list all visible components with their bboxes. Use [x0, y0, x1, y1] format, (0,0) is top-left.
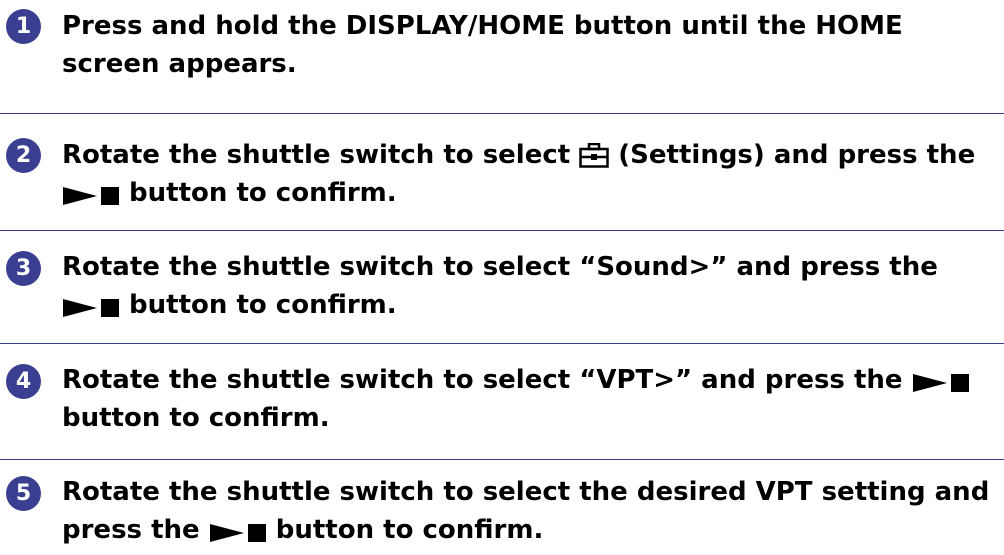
step-2-text-c: button to confirm. — [120, 178, 397, 208]
instruction-steps: 1 Press and hold the DISPLAY/HOME button… — [0, 0, 1004, 545]
step-4-text-a: Rotate the shuttle switch to select “VPT… — [62, 365, 912, 395]
divider-2 — [0, 230, 1004, 231]
divider-4 — [0, 459, 1004, 460]
step-number-2: 2 — [6, 138, 41, 173]
step-5-text: Rotate the shuttle switch to select the … — [62, 473, 992, 549]
settings-icon — [579, 141, 609, 168]
step-2-text-b: (Settings) and press the — [609, 140, 976, 170]
play-stop-icon — [62, 292, 120, 317]
play-stop-icon — [62, 180, 120, 205]
divider-1 — [0, 113, 1004, 114]
step-4-text-b: button to confirm. — [62, 403, 330, 433]
step-4-text: Rotate the shuttle switch to select “VPT… — [62, 361, 992, 437]
step-1-text: Press and hold the DISPLAY/HOME button u… — [62, 7, 992, 83]
step-number-3: 3 — [6, 251, 41, 286]
step-3-text-a: Rotate the shuttle switch to select “Sou… — [62, 252, 938, 282]
step-5-text-b: button to confirm. — [266, 515, 544, 545]
step-3-text: Rotate the shuttle switch to select “Sou… — [62, 248, 992, 324]
step-2-text-a: Rotate the shuttle switch to select — [62, 140, 580, 170]
divider-3 — [0, 343, 1004, 344]
play-stop-icon — [912, 367, 970, 392]
play-stop-icon — [209, 517, 267, 542]
step-number-5: 5 — [6, 476, 41, 511]
step-3-text-b: button to confirm. — [120, 290, 397, 320]
step-1-text-a: Press and hold the DISPLAY/HOME button u… — [62, 11, 903, 79]
step-number-4: 4 — [6, 364, 41, 399]
step-number-1: 1 — [6, 9, 41, 44]
step-2-text: Rotate the shuttle switch to select (Set… — [62, 136, 992, 212]
